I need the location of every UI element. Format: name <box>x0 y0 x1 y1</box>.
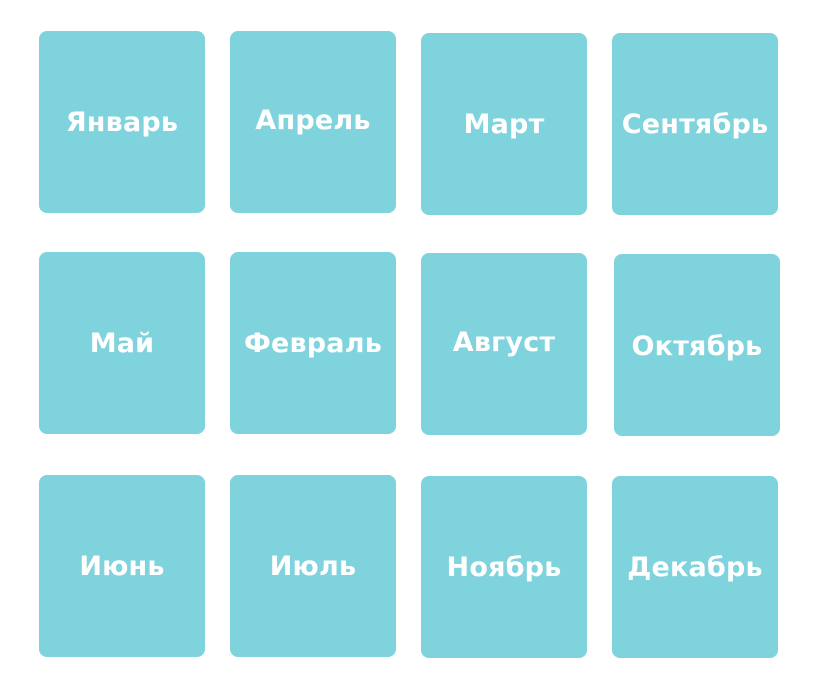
month-card-label: Март <box>463 108 545 140</box>
month-card-label: Февраль <box>244 327 382 359</box>
month-card-september[interactable]: Сентябрь <box>612 33 778 215</box>
month-card-label: Май <box>89 327 155 359</box>
month-card-label: Сентябрь <box>621 108 769 140</box>
month-card-label: Июль <box>269 550 357 582</box>
month-card-december[interactable]: Декабрь <box>612 476 778 658</box>
month-card-march[interactable]: Март <box>421 33 587 215</box>
month-card-label: Декабрь <box>627 551 763 583</box>
month-card-label: Январь <box>65 106 179 138</box>
month-card-label: Апрель <box>255 104 371 136</box>
month-card-january[interactable]: Январь <box>39 31 205 213</box>
month-card-label: Ноябрь <box>446 551 562 583</box>
month-card-august[interactable]: Август <box>421 253 587 435</box>
month-card-may[interactable]: Май <box>39 252 205 434</box>
month-card-label: Октябрь <box>631 330 763 362</box>
month-card-june[interactable]: Июнь <box>39 475 205 657</box>
month-card-october[interactable]: Октябрь <box>614 254 780 436</box>
month-card-february[interactable]: Февраль <box>230 252 396 434</box>
month-card-november[interactable]: Ноябрь <box>421 476 587 658</box>
month-card-april[interactable]: Апрель <box>230 31 396 213</box>
month-card-label: Август <box>452 326 556 358</box>
month-card-label: Июнь <box>79 550 165 582</box>
month-card-july[interactable]: Июль <box>230 475 396 657</box>
